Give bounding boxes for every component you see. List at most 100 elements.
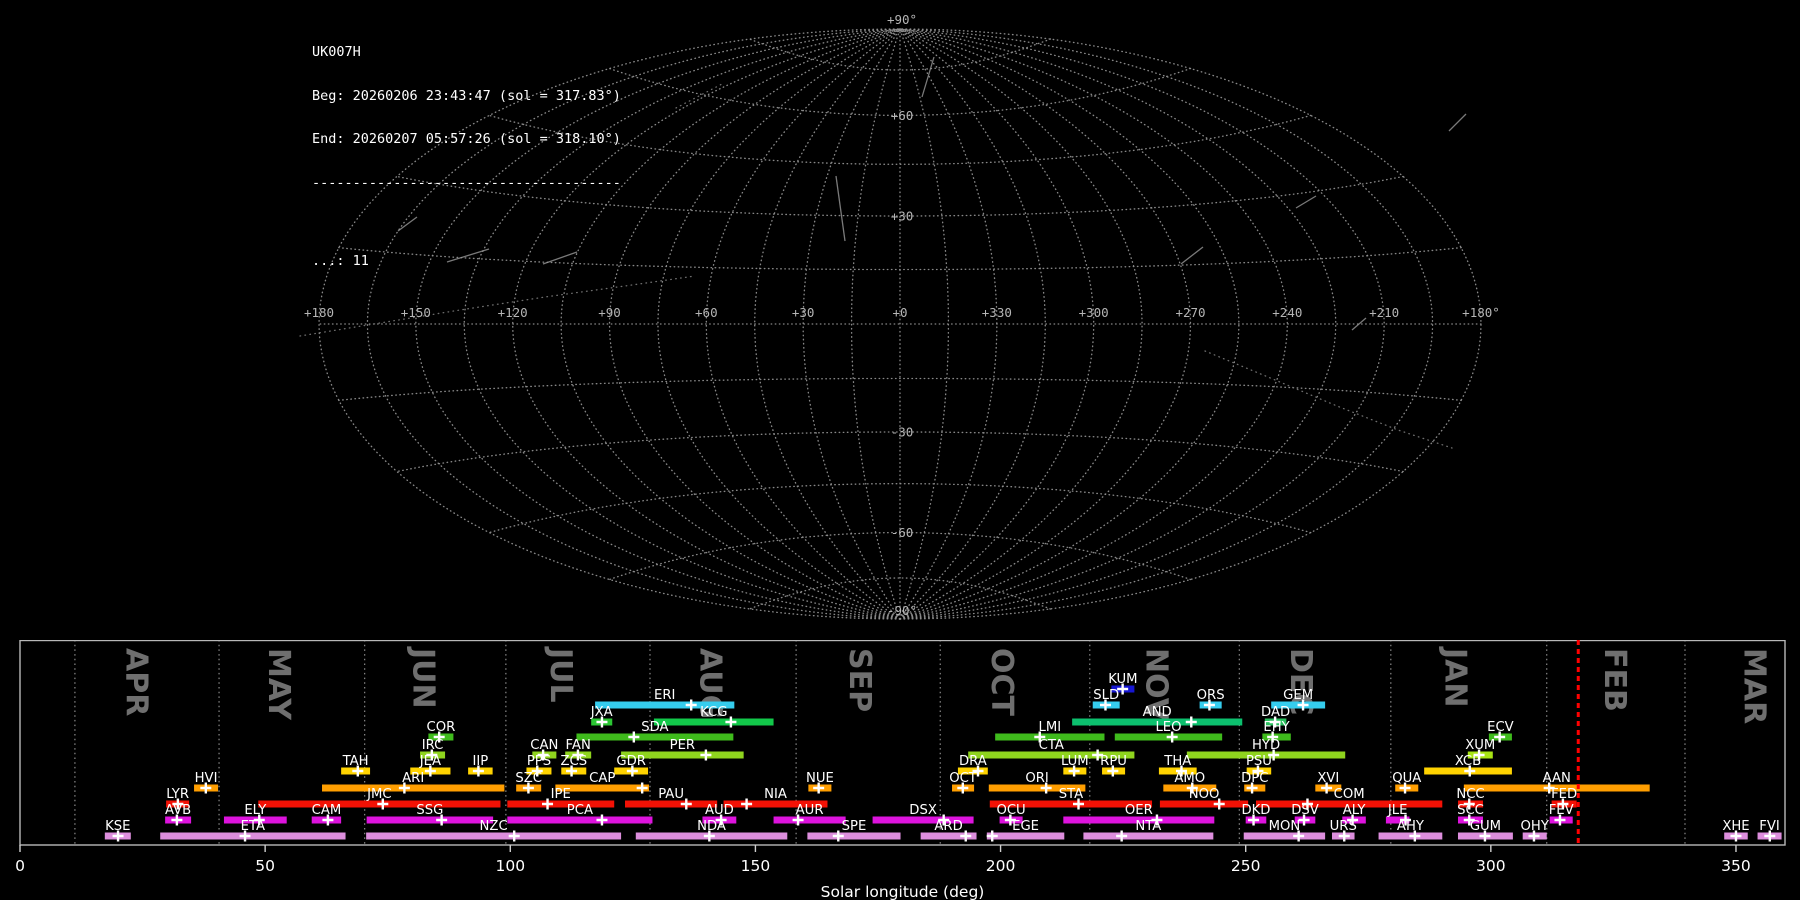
map-lat-label: -30: [891, 424, 914, 439]
tick-label: 300: [1476, 857, 1506, 875]
shower-label: AUR: [796, 803, 824, 818]
shower-label: AHY: [1397, 819, 1425, 834]
shower-label: SSG: [416, 803, 443, 818]
shower-label: XUM: [1465, 738, 1495, 753]
shower-label: FED: [1551, 787, 1577, 802]
map-lon-label: +90: [598, 305, 621, 320]
tick-label: 100: [495, 857, 525, 875]
shower-label: KCG: [700, 705, 727, 720]
month-label: APR: [119, 648, 154, 716]
tick-label: 50: [255, 857, 275, 875]
shower-peak-marker: [1116, 831, 1127, 842]
shower-label: NIA: [764, 787, 787, 802]
map-lat-label: +60: [891, 108, 914, 123]
meridian-gridline: [900, 29, 1239, 619]
shower-label: CAP: [589, 771, 615, 786]
map-lon-label: +60: [695, 305, 718, 320]
month-label: OCT: [984, 648, 1019, 717]
tick-label: 350: [1721, 857, 1751, 875]
shower-label: PAU: [658, 787, 684, 802]
shower-label: MON: [1269, 819, 1301, 834]
shower-label: GEM: [1283, 688, 1313, 703]
map-lat-label: +30: [891, 209, 914, 224]
station-id: UK007H: [312, 45, 621, 60]
map-lon-label: +180°: [1462, 305, 1500, 320]
shower-label: AVB: [165, 803, 191, 818]
shower-label: DKD: [1242, 803, 1271, 818]
map-lon-label: +120: [498, 305, 528, 320]
shower-label: EGE: [1012, 819, 1039, 834]
shower-label: ORS: [1197, 688, 1225, 703]
shower-label: AMO: [1174, 771, 1205, 786]
shower-label: IPE: [551, 787, 571, 802]
begin-time: Beg: 20260206 23:43:47 (sol = 317.83°): [312, 89, 621, 104]
shower-label: XCB: [1455, 754, 1481, 769]
shower-label: OER: [1125, 803, 1153, 818]
shower-label: OHY: [1521, 819, 1550, 834]
sky-map: +180+150+120+90+60+30+0+330+300+270+240+…: [0, 0, 1800, 640]
map-lat-label: -90°: [887, 603, 917, 618]
shower-label: PPS: [527, 754, 551, 769]
shower-label: AAN: [1543, 771, 1571, 786]
shower-label: IIP: [473, 754, 489, 769]
shower-label: NOO: [1189, 787, 1220, 802]
shower-peak-marker: [700, 750, 711, 761]
shower-label: CAM: [312, 803, 342, 818]
faint-dotted-arc: [676, 84, 722, 108]
screenshot-root: +180+150+120+90+60+30+0+330+300+270+240+…: [0, 0, 1800, 900]
shower-label: CAN: [530, 738, 558, 753]
separator-line: --------------------------------------: [312, 176, 621, 191]
shower-label: CTA: [1039, 738, 1064, 753]
header-block: UK007H Beg: 20260206 23:43:47 (sol = 317…: [312, 16, 621, 298]
shower-label: LMI: [1039, 720, 1062, 735]
shower-label: NTA: [1135, 819, 1161, 834]
shower-label: COR: [427, 720, 456, 735]
shower-label: GDR: [616, 754, 646, 769]
shower-label: QUA: [1392, 771, 1421, 786]
map-lat-label: +90°: [887, 12, 917, 27]
shower-peak-marker: [987, 831, 998, 842]
shower-label: DSX: [909, 803, 937, 818]
map-lat-label: -60: [891, 525, 914, 540]
shower-label: SCC: [1457, 803, 1484, 818]
month-label: SEP: [842, 648, 877, 712]
tick-label: 150: [741, 857, 771, 875]
shower-peak-marker: [509, 831, 520, 842]
shower-label: NZC: [480, 819, 508, 834]
shower-label: COM: [1334, 787, 1365, 802]
meteor-trail: [1181, 247, 1203, 264]
shower-label: DRA: [959, 754, 987, 769]
shower-label: THA: [1163, 754, 1191, 769]
shower-label: SDA: [641, 720, 668, 735]
month-label: MAR: [1737, 648, 1772, 724]
tick-label: 250: [1231, 857, 1261, 875]
month-label: MAY: [261, 648, 296, 721]
map-lon-label: +30: [792, 305, 815, 320]
shower-label: PER: [670, 738, 695, 753]
shower-label: EHY: [1263, 720, 1290, 735]
faint-dotted-arc: [1205, 351, 1452, 448]
month-label: FEB: [1597, 648, 1632, 712]
shower-label: NCC: [1456, 787, 1484, 802]
shower-label: FEV: [1549, 803, 1574, 818]
shower-peak-marker: [1186, 717, 1197, 728]
meteor-trail: [1296, 196, 1316, 208]
map-lon-label: +240: [1272, 305, 1302, 320]
meteor-trail: [836, 176, 845, 241]
shower-label: AUD: [705, 803, 734, 818]
shower-label: ZCS: [560, 754, 587, 769]
map-lon-label: +0: [892, 305, 907, 320]
shower-peak-marker: [741, 799, 752, 810]
shower-label: PCA: [567, 803, 593, 818]
shower-label: JMC: [366, 787, 391, 802]
map-lon-label: +210: [1369, 305, 1399, 320]
shower-label: NUE: [806, 771, 834, 786]
shower-label: DPC: [1241, 771, 1268, 786]
month-label: JAN: [1438, 646, 1473, 708]
shower-label: NDA: [697, 819, 726, 834]
map-lon-label: +300: [1079, 305, 1109, 320]
shower-label: AND: [1143, 705, 1172, 720]
shower-label: XVI: [1317, 771, 1339, 786]
tick-label: 200: [986, 857, 1016, 875]
month-label: JUN: [405, 646, 440, 709]
